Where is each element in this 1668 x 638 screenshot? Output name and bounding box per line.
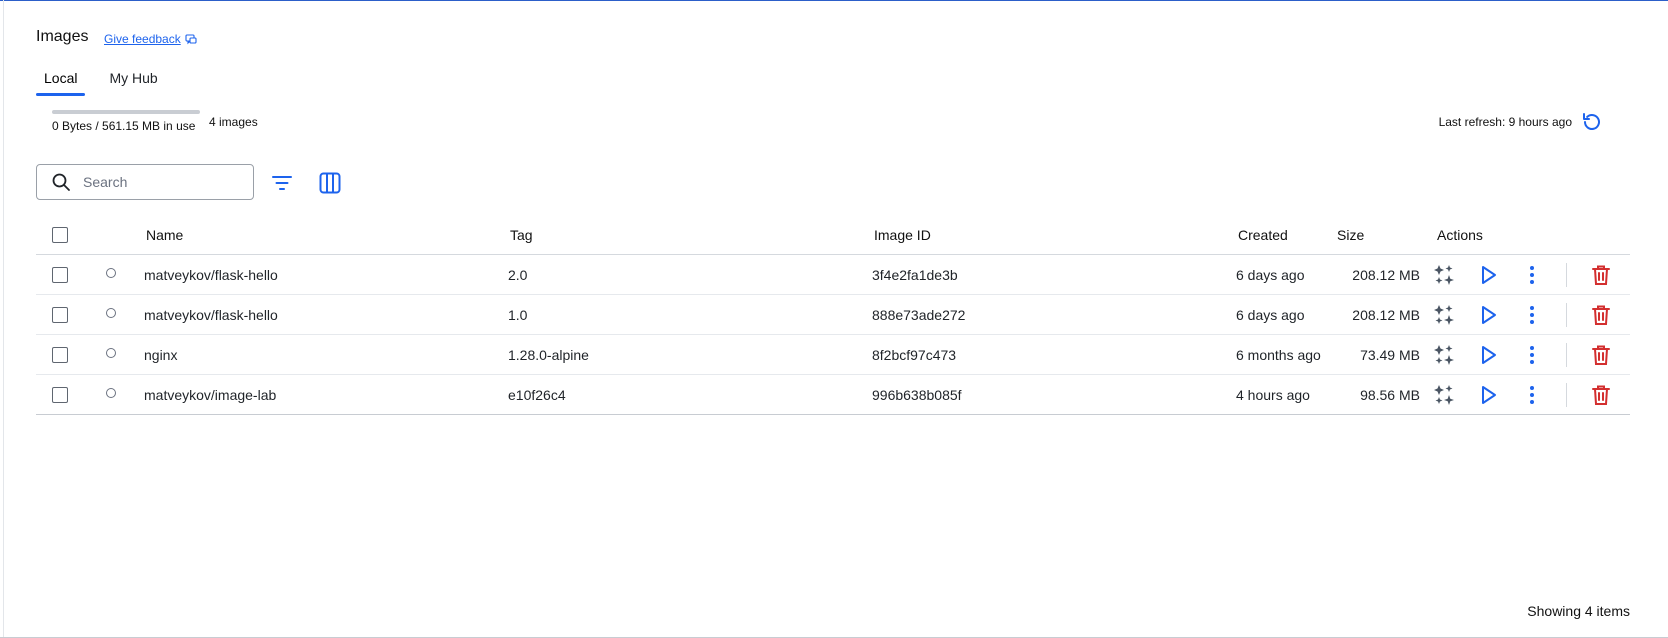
sparkles-icon[interactable] bbox=[1432, 263, 1456, 287]
run-icon[interactable] bbox=[1476, 263, 1500, 287]
sparkles-icon[interactable] bbox=[1432, 343, 1456, 367]
status-cell bbox=[106, 295, 116, 334]
image-tag: 1.0 bbox=[508, 306, 528, 323]
showing-items-count: Showing 4 items bbox=[1527, 603, 1630, 619]
unused-status-icon bbox=[106, 347, 116, 358]
image-size: 208.12 MB bbox=[1352, 306, 1420, 323]
image-name[interactable]: matveykov/flask-hello bbox=[144, 295, 278, 334]
unused-status-icon bbox=[106, 307, 116, 318]
image-name[interactable]: matveykov/flask-hello bbox=[144, 255, 278, 294]
column-header-size[interactable]: Size bbox=[1337, 216, 1364, 254]
row-select-cell bbox=[52, 295, 68, 334]
image-size: 73.49 MB bbox=[1360, 346, 1420, 363]
sparkles-icon[interactable] bbox=[1432, 303, 1456, 327]
image-created: 4 hours ago bbox=[1236, 386, 1310, 403]
unused-status-icon bbox=[106, 267, 116, 278]
status-cell bbox=[106, 335, 116, 374]
table-header: Name Tag Image ID Created Size Actions bbox=[36, 216, 1630, 255]
delete-icon[interactable] bbox=[1589, 343, 1613, 367]
disk-usage-text: 0 Bytes / 561.15 MB in use bbox=[52, 119, 196, 133]
row-checkbox[interactable] bbox=[52, 346, 68, 363]
image-tag: 1.28.0-alpine bbox=[508, 346, 589, 363]
row-checkbox[interactable] bbox=[52, 266, 68, 283]
more-options-icon[interactable] bbox=[1520, 383, 1544, 407]
tab-bar: Local My Hub bbox=[36, 66, 166, 96]
top-border bbox=[0, 0, 1668, 1]
image-id: 3f4e2fa1de3b bbox=[872, 266, 958, 283]
image-size: 98.56 MB bbox=[1360, 386, 1420, 403]
column-header-name[interactable]: Name bbox=[146, 216, 183, 254]
more-options-icon[interactable] bbox=[1520, 343, 1544, 367]
column-header-actions: Actions bbox=[1437, 227, 1483, 243]
row-select-cell bbox=[52, 375, 68, 414]
actions-divider bbox=[1566, 383, 1567, 407]
feedback-icon bbox=[185, 34, 197, 45]
image-created: 6 months ago bbox=[1236, 346, 1321, 363]
sparkles-icon[interactable] bbox=[1432, 383, 1456, 407]
image-name[interactable]: matveykov/image-lab bbox=[144, 375, 276, 414]
table-row[interactable]: matveykov/image-lab e10f26c4 996b638b085… bbox=[36, 375, 1630, 415]
tab-my-hub[interactable]: My Hub bbox=[101, 66, 165, 96]
more-options-icon[interactable] bbox=[1520, 263, 1544, 287]
delete-icon[interactable] bbox=[1589, 303, 1613, 327]
search-icon bbox=[52, 173, 70, 191]
run-icon[interactable] bbox=[1476, 383, 1500, 407]
search-input[interactable] bbox=[81, 173, 235, 191]
delete-icon[interactable] bbox=[1589, 383, 1613, 407]
table-row[interactable]: matveykov/flask-hello 1.0 888e73ade272 6… bbox=[36, 295, 1630, 335]
last-refresh-text: Last refresh: 9 hours ago bbox=[1438, 115, 1572, 129]
delete-icon[interactable] bbox=[1589, 263, 1613, 287]
actions-divider bbox=[1566, 343, 1567, 367]
image-created: 6 days ago bbox=[1236, 306, 1305, 323]
row-checkbox[interactable] bbox=[52, 386, 68, 403]
disk-usage-bar bbox=[52, 110, 200, 114]
actions-divider bbox=[1566, 303, 1567, 327]
columns-icon[interactable] bbox=[318, 171, 342, 195]
status-cell bbox=[106, 375, 116, 414]
image-id: 8f2bcf97c473 bbox=[872, 346, 957, 363]
give-feedback-link[interactable]: Give feedback bbox=[104, 32, 197, 46]
column-header-tag[interactable]: Tag bbox=[510, 216, 533, 254]
image-id: 996b638b085f bbox=[872, 386, 962, 403]
refresh-icon[interactable] bbox=[1580, 110, 1604, 134]
image-tag: e10f26c4 bbox=[508, 386, 566, 403]
tab-local[interactable]: Local bbox=[36, 66, 86, 96]
image-name[interactable]: nginx bbox=[144, 335, 177, 374]
images-table: Name Tag Image ID Created Size Actions m… bbox=[36, 216, 1630, 415]
row-select-cell bbox=[52, 335, 68, 374]
image-count: 4 images bbox=[209, 115, 258, 129]
image-tag: 2.0 bbox=[508, 266, 528, 283]
give-feedback-label: Give feedback bbox=[104, 32, 181, 46]
status-cell bbox=[106, 255, 116, 294]
select-all-cell bbox=[52, 216, 68, 254]
table-row[interactable]: matveykov/flask-hello 2.0 3f4e2fa1de3b 6… bbox=[36, 255, 1630, 295]
row-checkbox[interactable] bbox=[52, 306, 68, 323]
image-created: 6 days ago bbox=[1236, 266, 1305, 283]
search-box[interactable] bbox=[36, 164, 254, 200]
column-header-image-id[interactable]: Image ID bbox=[874, 216, 931, 254]
actions-divider bbox=[1566, 263, 1567, 287]
filter-icon[interactable] bbox=[270, 171, 294, 195]
column-header-created[interactable]: Created bbox=[1238, 216, 1288, 254]
row-select-cell bbox=[52, 255, 68, 294]
more-options-icon[interactable] bbox=[1520, 303, 1544, 327]
image-id: 888e73ade272 bbox=[872, 306, 966, 323]
table-row[interactable]: nginx 1.28.0-alpine 8f2bcf97c473 6 month… bbox=[36, 335, 1630, 375]
page-title: Images bbox=[36, 28, 89, 45]
run-icon[interactable] bbox=[1476, 303, 1500, 327]
select-all-checkbox[interactable] bbox=[52, 227, 68, 243]
run-icon[interactable] bbox=[1476, 343, 1500, 367]
unused-status-icon bbox=[106, 387, 116, 398]
left-border bbox=[3, 0, 4, 638]
image-size: 208.12 MB bbox=[1352, 266, 1420, 283]
